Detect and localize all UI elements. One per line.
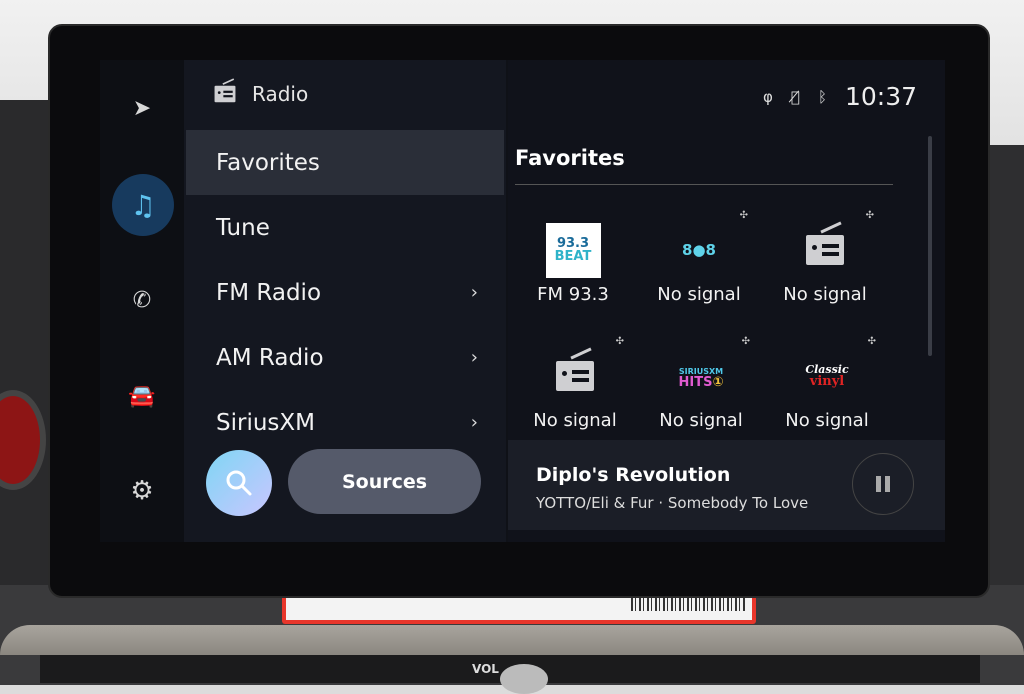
status-bar: φ 🎙̸ ᛒ 10:37 (763, 82, 917, 111)
infotainment-screen: ➤ ♫ ✆ 🚘 ⚙ Radio Favorites Tune FM Radio ›… (100, 60, 945, 542)
page-title: Radio (252, 82, 309, 106)
now-playing-bar[interactable]: Diplo's Revolution YOTTO/Eli & Fur · Som… (508, 440, 945, 530)
radio-menu: Radio Favorites Tune FM Radio › AM Radio ›… (184, 60, 506, 542)
menu-header: Radio (214, 78, 309, 106)
chevron-right-icon: › (470, 282, 478, 303)
settings-icon[interactable]: ⚙ (122, 471, 162, 511)
tile-label: FM 93.3 (537, 284, 609, 305)
tile-label: No signal (657, 284, 741, 305)
tile-label: No signal (783, 284, 867, 305)
menu-item-fm-radio[interactable]: FM Radio › (186, 260, 504, 325)
station-logo: 8●8 (682, 241, 716, 259)
favorite-tile[interactable]: ✣ 8●8 No signal (636, 210, 762, 332)
favorites-panel: φ 🎙̸ ᛒ 10:37 Favorites 93.3 BEAT FM 93.3 … (508, 60, 945, 542)
favorite-tile[interactable]: ✣ No signal (762, 210, 888, 332)
dashboard-trim (0, 625, 1024, 655)
scrollbar[interactable] (928, 136, 932, 356)
pause-button[interactable] (852, 453, 914, 515)
pause-icon-bar (885, 476, 890, 492)
section-title: Favorites (515, 146, 625, 170)
menu-item-label: Tune (216, 214, 270, 241)
divider (515, 184, 893, 185)
nav-rail: ➤ ♫ ✆ 🚘 ⚙ (100, 60, 184, 542)
tile-label: No signal (533, 410, 617, 431)
menu-item-tune[interactable]: Tune (186, 195, 504, 260)
sxm-badge-icon: ✣ (615, 336, 624, 347)
clock: 10:37 (844, 82, 917, 111)
search-button[interactable] (206, 450, 272, 516)
sources-button[interactable]: Sources (288, 449, 481, 514)
tile-label: No signal (785, 410, 869, 431)
menu-item-label: SiriusXM (216, 409, 315, 436)
chevron-right-icon: › (470, 412, 478, 433)
radio-icon (556, 347, 594, 391)
music-icon[interactable]: ♫ (112, 174, 174, 236)
menu-item-label: AM Radio (216, 344, 324, 371)
mic-muted-icon: 🎙̸ (790, 87, 800, 106)
radio-icon (214, 78, 236, 103)
vol-label: VOL (472, 662, 499, 676)
pause-icon (876, 476, 881, 492)
menu-item-am-radio[interactable]: AM Radio › (186, 325, 504, 390)
search-icon (226, 470, 252, 496)
chevron-right-icon: › (470, 347, 478, 368)
wireless-charging-icon: φ (763, 87, 773, 106)
sxm-badge-icon: ✣ (865, 210, 874, 221)
navigation-icon[interactable]: ➤ (122, 88, 162, 128)
car-icon[interactable]: 🚘 (122, 376, 162, 416)
station-logo: SIRIUSXM HITS① (678, 366, 724, 390)
now-playing-subtitle: YOTTO/Eli & Fur · Somebody To Love (536, 494, 809, 512)
radio-icon (806, 221, 844, 265)
bluetooth-icon: ᛒ (817, 87, 827, 106)
menu-item-siriusxm[interactable]: SiriusXM › (186, 390, 504, 455)
station-logo: 93.3 BEAT (545, 222, 601, 278)
sxm-badge-icon: ✣ (741, 336, 750, 347)
menu-item-label: FM Radio (216, 279, 322, 306)
favorite-tile[interactable]: 93.3 BEAT FM 93.3 (510, 222, 636, 332)
sxm-badge-icon: ✣ (739, 210, 748, 221)
phone-icon[interactable]: ✆ (122, 280, 162, 320)
now-playing-title: Diplo's Revolution (536, 464, 731, 486)
volume-knob[interactable] (500, 664, 548, 694)
tile-label: No signal (659, 410, 743, 431)
sxm-badge-icon: ✣ (867, 336, 876, 347)
menu-item-favorites[interactable]: Favorites (186, 130, 504, 195)
menu-item-label: Favorites (216, 149, 320, 176)
start-button (0, 390, 46, 490)
station-logo: Classic vinyl (805, 363, 849, 389)
